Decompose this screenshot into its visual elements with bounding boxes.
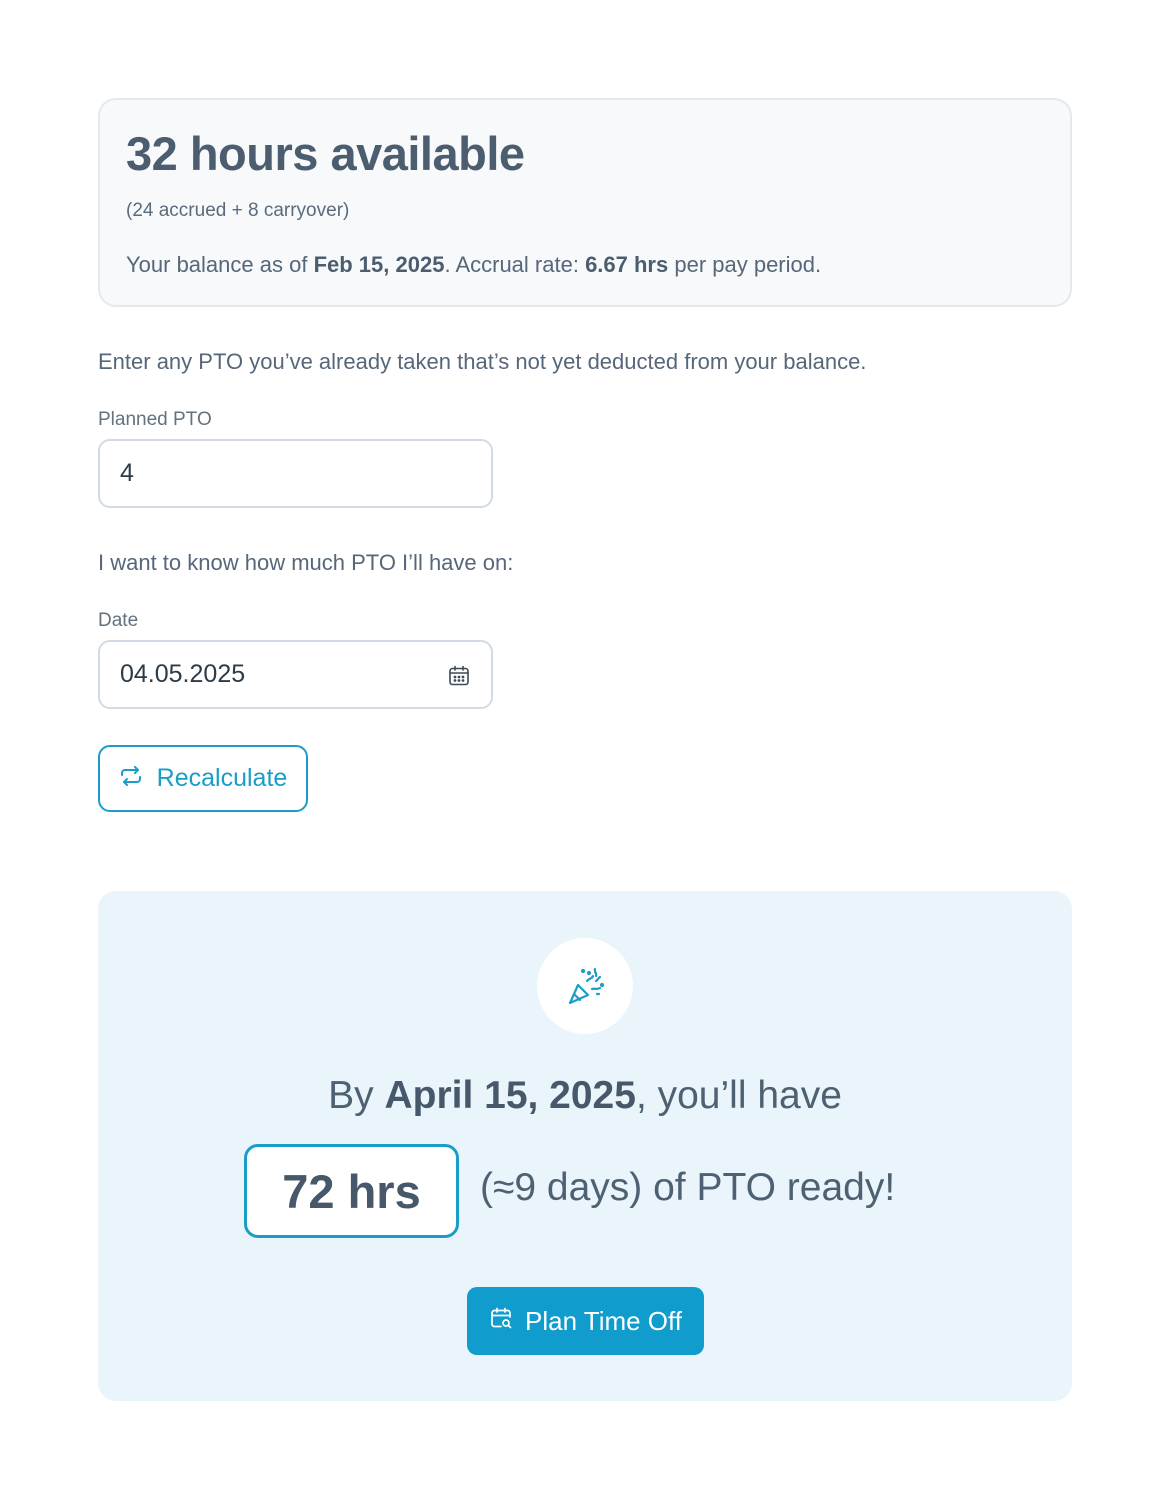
result-panel: By April 15, 2025, you’ll have 72 hrs (≈… — [98, 891, 1072, 1401]
refresh-icon — [119, 764, 143, 793]
planned-pto-value: 4 — [120, 459, 134, 487]
form-intro: Enter any PTO you’ve already taken that’… — [98, 349, 867, 374]
headline-suffix: , you’ll have — [635, 1074, 842, 1117]
plan-time-off-button[interactable]: Plan Time Off — [467, 1287, 704, 1355]
projected-hours: 72 hrs — [244, 1144, 459, 1238]
planned-pto-label: Planned PTO — [98, 409, 212, 430]
balance-breakdown: (24 accrued + 8 carryover) — [126, 200, 350, 221]
date-label: Date — [98, 610, 139, 631]
calendar-search-icon — [489, 1306, 513, 1337]
accrual-rate: 6.67 hrs — [585, 252, 669, 277]
headline-prefix: By — [328, 1074, 385, 1117]
planned-pto-input[interactable]: 4 — [98, 439, 493, 508]
balance-info-middle: . Accrual rate: — [444, 252, 586, 277]
result-headline: By April 15, 2025, you’ll have — [98, 1074, 1072, 1118]
target-date: April 15, 2025 — [384, 1074, 636, 1117]
party-popper-icon — [537, 938, 633, 1034]
date-question: I want to know how much PTO I’ll have on… — [98, 550, 514, 575]
plan-time-off-label: Plan Time Off — [524, 1305, 683, 1336]
projected-days: (≈9 days) of PTO ready! — [480, 1166, 896, 1209]
balance-as-of-date: Feb 15, 2025 — [313, 252, 445, 277]
recalculate-button[interactable]: Recalculate — [98, 745, 308, 812]
date-input[interactable]: 04.05.2025 — [98, 640, 493, 709]
balance-title: 32 hours available — [126, 127, 525, 180]
date-value: 04.05.2025 — [120, 660, 246, 688]
hours-row: 72 hrs (≈9 days) of PTO ready! — [98, 1144, 1072, 1238]
balance-info-suffix: per pay period. — [668, 252, 822, 277]
recalculate-label: Recalculate — [156, 764, 288, 792]
balance-summary: 32 hours available (24 accrued + 8 carry… — [98, 98, 1072, 307]
balance-info-prefix: Your balance as of — [126, 252, 314, 277]
calendar-icon[interactable] — [447, 664, 471, 688]
balance-info: Your balance as of Feb 15, 2025. Accrual… — [126, 252, 821, 278]
